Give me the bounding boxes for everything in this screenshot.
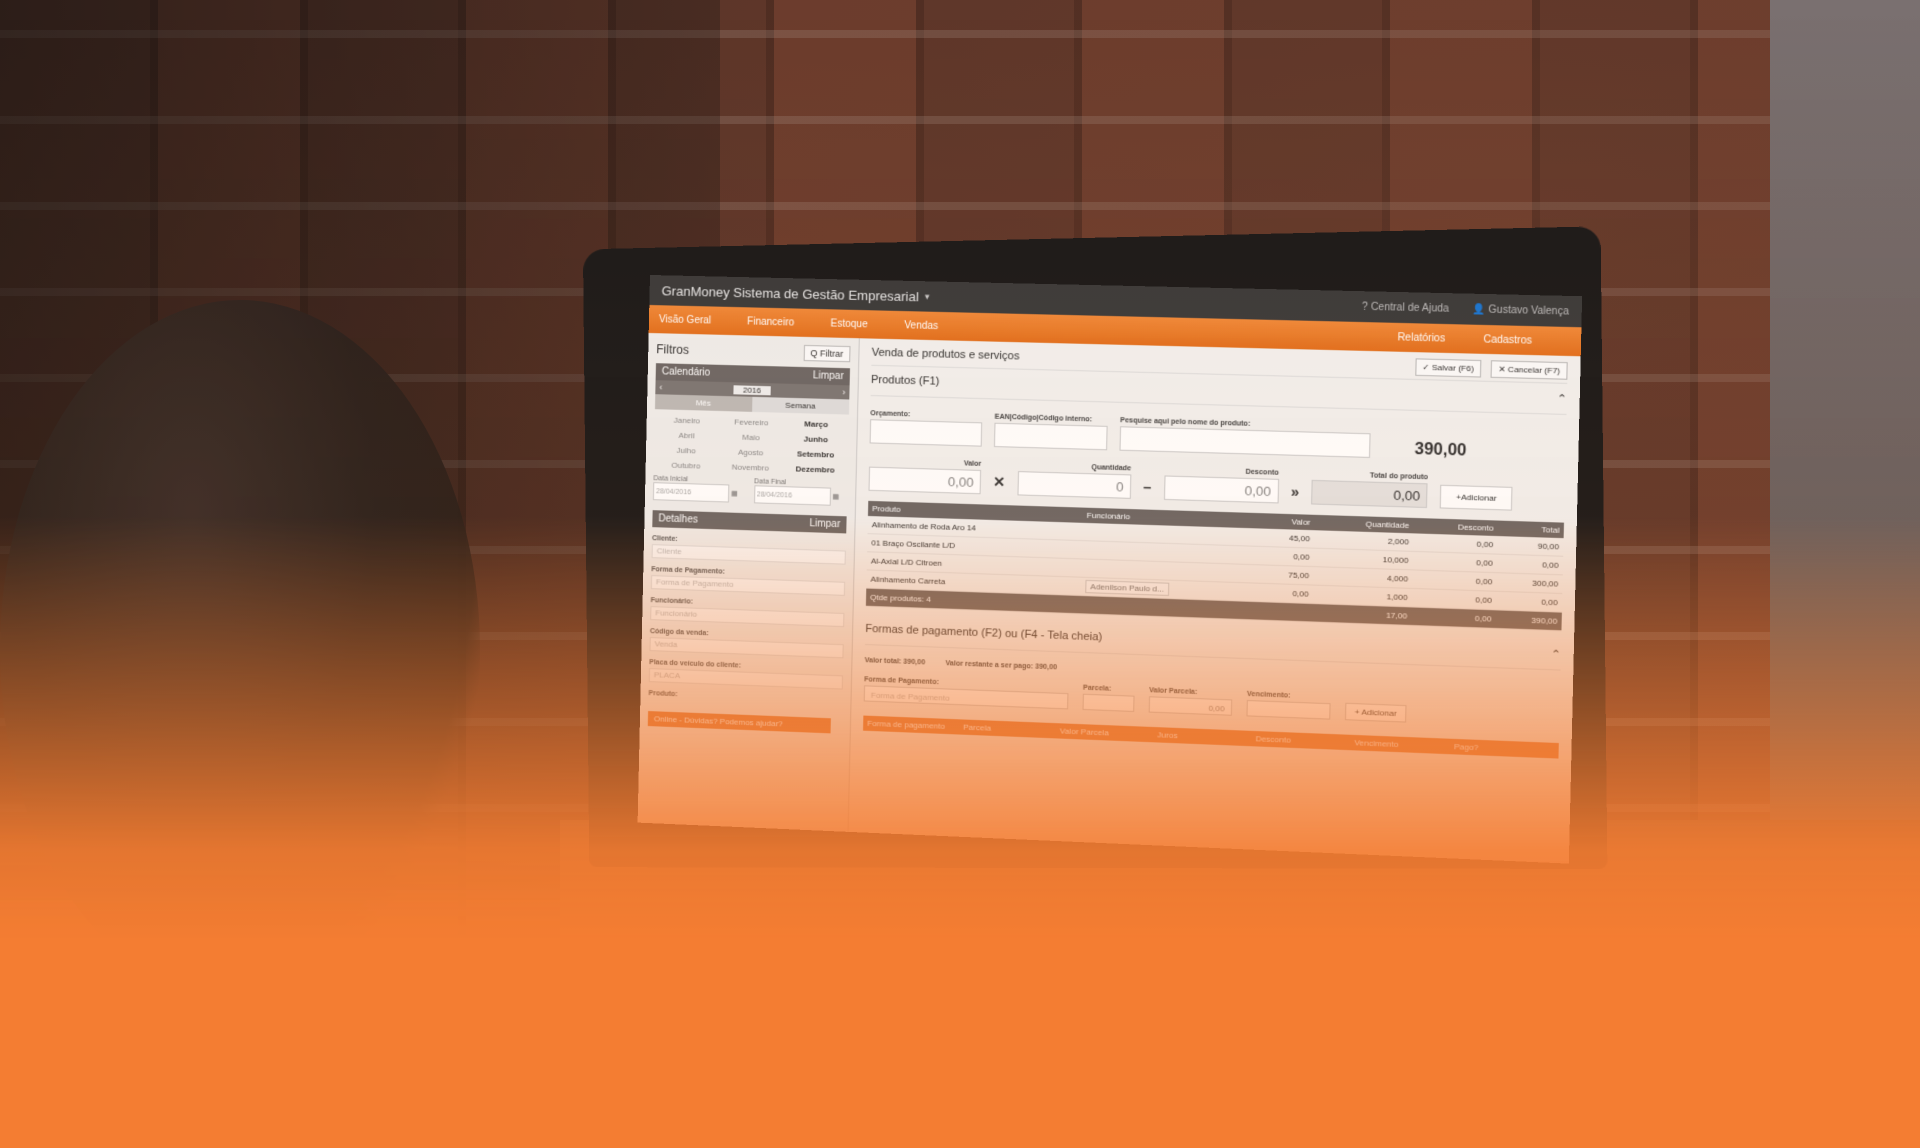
month-grid: Janeiro Fevereiro Março Abril Maio Junho… [653,409,848,481]
col-parcela: Parcela [963,723,1060,736]
nav-item-cadastros[interactable]: Cadastros [1483,334,1532,347]
save-button[interactable]: ✓ Salvar (F6) [1415,358,1482,377]
calendar-icon[interactable]: ▦ [832,493,839,500]
footer-total: 390,00 [1496,610,1562,631]
multiply-icon: ✕ [993,473,1006,495]
calendar-clear-button[interactable]: Limpar [813,370,844,382]
orcamento-field[interactable] [870,419,983,446]
details-header: Detalhes Limpar [652,510,846,533]
cell-total: 0,00 [1497,554,1563,575]
valor-restante: Valor restante a ser pago: 390,00 [945,660,1057,671]
date-range: Data Inicial ▦ Data Final ▦ [653,475,848,506]
tab-month[interactable]: Mês [655,394,752,412]
grand-total: 390,00 [1414,441,1466,461]
chevron-up-icon[interactable]: ⌃ [1551,647,1561,661]
sale-main: Venda de produtos e serviços ✓ Salvar (F… [849,338,1581,863]
valor-total: Valor total: 390,00 [865,657,926,666]
quantidade-input[interactable]: 0 [1017,471,1131,499]
parcela-label: Parcela: [1083,685,1135,694]
app-screen: GranMoney Sistema de Gestão Empresarial … [638,275,1583,864]
col-valor: Valor [1259,513,1315,530]
product-search-input[interactable] [1119,426,1370,458]
product-label: Produto: [648,690,842,705]
help-link[interactable]: ? Central de Ajuda [1362,301,1449,314]
cell-valor: 0,00 [1257,583,1313,603]
calendar-title: Calendário [662,366,711,378]
nav-item-visao-geral[interactable]: Visão Geral [659,314,711,326]
month-item-current[interactable]: Março [784,419,849,430]
total-produto-field: 0,00 [1311,480,1427,508]
footer-quantidade: 17,00 [1312,604,1411,626]
nav-item-vendas[interactable]: Vendas [904,320,938,332]
month-item[interactable]: Julho [654,445,719,456]
cell-valor: 75,00 [1257,565,1313,585]
cell-valor: 0,00 [1258,546,1314,566]
col-desconto: Desconto [1255,734,1354,747]
valor-parcela-input[interactable]: 0,00 [1149,696,1233,716]
month-item[interactable]: Dezembro [783,464,848,475]
desconto-input[interactable]: 0,00 [1163,475,1278,503]
col-valor-parcela: Valor Parcela [1060,726,1158,739]
month-item[interactable]: Fevereiro [719,417,784,428]
chevron-up-icon[interactable]: ⌃ [1557,392,1567,406]
background-window [1770,0,1920,900]
nav-item-estoque[interactable]: Estoque [830,318,867,330]
month-item[interactable]: Setembro [783,449,848,460]
prev-year-icon[interactable]: ‹ [659,382,662,392]
calendar-year: 2016 [733,385,771,395]
details-clear-button[interactable]: Limpar [809,518,840,530]
month-item[interactable]: Abril [654,430,719,441]
month-item[interactable]: Janeiro [655,415,720,426]
payments-section-title[interactable]: Formas de pagamento (F2) ou (F4 - Tela c… [865,623,1102,645]
products-section-title[interactable]: Produtos (F1) [871,374,940,389]
page-title: Venda de produtos e serviços [872,347,1020,363]
user-icon: 👤 [1472,304,1488,316]
next-year-icon[interactable]: › [842,387,845,397]
calendar-icon[interactable]: ▦ [731,490,738,497]
parcela-input[interactable] [1083,694,1135,712]
equals-icon: » [1291,483,1300,504]
user-name: Gustavo Valença [1488,304,1569,317]
chat-bar[interactable]: Online - Dúvidas? Podemos ajudar? [648,711,831,733]
cell-total: 0,00 [1496,591,1562,612]
footer-desconto: 0,00 [1411,607,1496,628]
col-vencimento: Vencimento [1354,738,1454,751]
minus-icon: – [1143,479,1152,500]
tab-week[interactable]: Semana [752,397,850,415]
cell-total: 90,00 [1497,536,1563,556]
cell-valor: 45,00 [1258,528,1314,548]
month-item[interactable]: Agosto [718,447,783,458]
cancel-button[interactable]: ✕ Cancelar (F7) [1491,360,1568,380]
filter-button[interactable]: Q Filtrar [803,345,850,362]
nav-item-financeiro[interactable]: Financeiro [747,316,794,328]
col-forma-pagamento: Forma de pagamento [867,719,963,732]
details-title: Detalhes [658,513,698,525]
cell-total: 300,00 [1496,573,1562,594]
products-table: Produto Funcionário Valor Quantidade Des… [866,501,1564,631]
month-item[interactable]: Outubro [654,460,719,471]
date-end-input[interactable] [754,485,831,505]
col-pago: Pago? [1454,742,1555,755]
add-product-button[interactable]: +Adicionar [1440,485,1513,511]
app-title[interactable]: GranMoney Sistema de Gestão Empresarial [661,283,918,304]
month-item[interactable]: Junho [783,434,848,445]
month-item[interactable]: Maio [719,432,784,443]
chevron-down-icon: ▾ [925,291,930,302]
filters-title: Filtros [656,342,689,357]
nav-item-relatorios[interactable]: Relatórios [1397,332,1445,344]
col-juros: Juros [1157,730,1255,743]
valor-input[interactable]: 0,00 [869,467,982,495]
filters-sidebar: Filtros Q Filtrar Calendário Limpar ‹ 20… [638,333,860,832]
user-menu[interactable]: 👤 Gustavo Valença [1472,304,1569,318]
date-start-input[interactable] [653,482,729,502]
person-silhouette [0,300,480,1000]
vencimento-input[interactable] [1246,700,1330,720]
add-payment-button[interactable]: + Adicionar [1345,703,1406,723]
ean-field[interactable] [994,423,1108,451]
month-item[interactable]: Novembro [718,462,783,473]
employee-select[interactable]: Adenilson Paulo d... [1085,580,1169,596]
